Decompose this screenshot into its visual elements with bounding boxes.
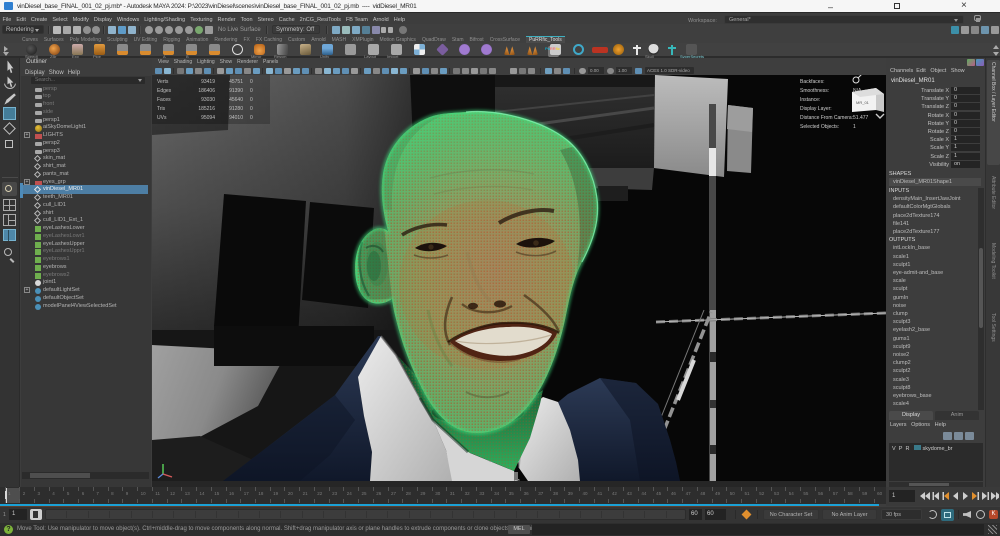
svg-text:Selected Objects:: Selected Objects: — [800, 124, 839, 130]
svg-text:186406: 186406 — [198, 88, 215, 94]
svg-text:91390: 91390 — [229, 88, 243, 94]
svg-text:0: 0 — [250, 88, 253, 94]
svg-text:Backfaces:: Backfaces: — [800, 79, 824, 85]
svg-text:MR_01: MR_01 — [856, 100, 870, 105]
svg-text:45751: 45751 — [229, 79, 243, 85]
svg-text:Distance From Camera:: Distance From Camera: — [800, 115, 853, 121]
svg-text:Faces: Faces — [157, 97, 171, 103]
svg-text:185216: 185216 — [198, 106, 215, 112]
svg-text:0: 0 — [250, 115, 253, 121]
svg-text:94010: 94010 — [229, 115, 243, 121]
svg-text:Smoothness:: Smoothness: — [800, 88, 829, 94]
svg-text:0: 0 — [250, 97, 253, 103]
svg-text:Verts: Verts — [157, 79, 169, 85]
svg-text:0: 0 — [250, 106, 253, 112]
svg-text:95094: 95094 — [201, 115, 215, 121]
svg-text:Tris: Tris — [157, 106, 166, 112]
svg-text:51.477: 51.477 — [853, 115, 869, 121]
svg-text:Instance:: Instance: — [800, 97, 820, 103]
svg-text:Display Layer:: Display Layer: — [800, 106, 832, 112]
svg-text:Edges: Edges — [157, 88, 172, 94]
svg-text:UVs: UVs — [157, 115, 167, 121]
svg-text:93419: 93419 — [201, 79, 215, 85]
svg-text:1: 1 — [853, 124, 856, 130]
svg-text:0: 0 — [250, 79, 253, 85]
svg-text:93030: 93030 — [201, 97, 215, 103]
svg-text:45640: 45640 — [229, 97, 243, 103]
svg-text:91280: 91280 — [229, 106, 243, 112]
